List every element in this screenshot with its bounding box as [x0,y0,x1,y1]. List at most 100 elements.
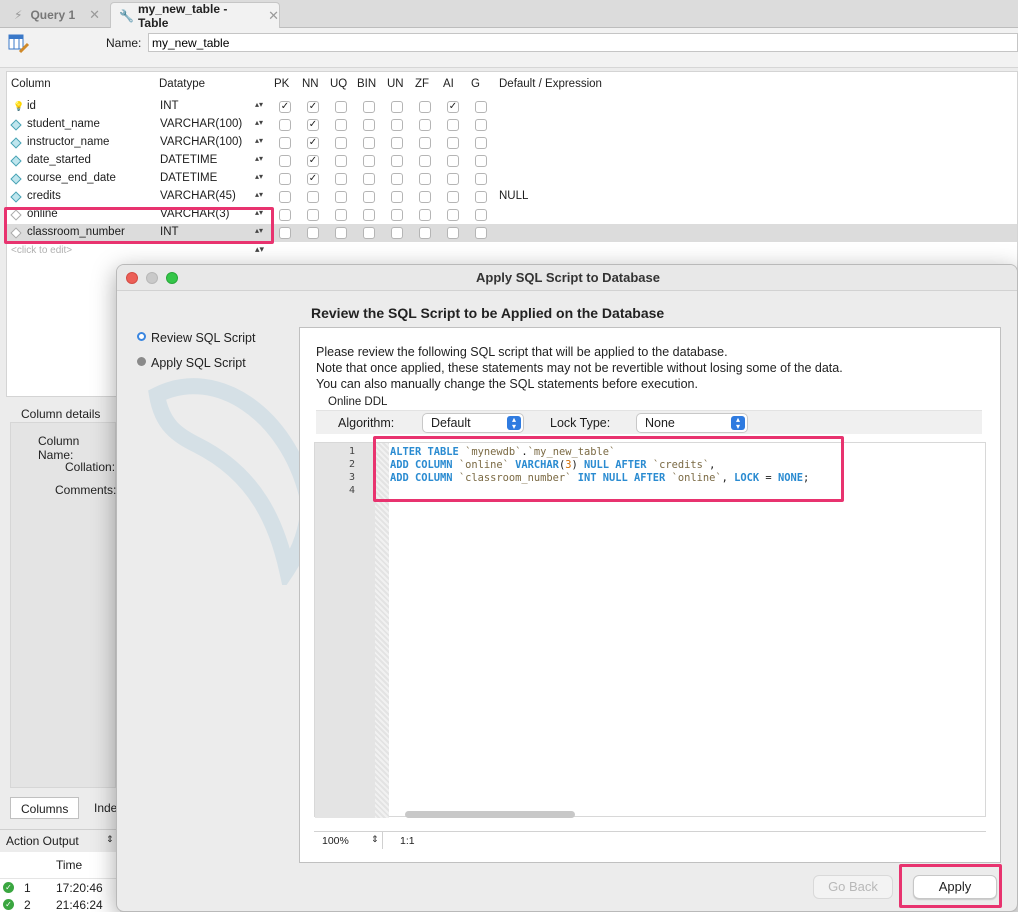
table-row[interactable]: classroom_number INT ▴▾ [7,224,1017,242]
datatype-cell[interactable]: DATETIME [160,154,217,166]
pk-checkbox[interactable] [279,155,291,167]
header-g[interactable]: G [471,78,480,90]
un-checkbox[interactable] [391,173,403,185]
datatype-cell[interactable]: VARCHAR(3) [160,208,229,220]
header-un[interactable]: UN [387,78,404,90]
column-name-cell[interactable]: classroom_number [27,226,125,238]
uq-checkbox[interactable] [335,191,347,203]
uq-checkbox[interactable] [335,155,347,167]
header-ai[interactable]: AI [443,78,454,90]
pk-checkbox[interactable]: ✓ [279,101,291,113]
table-row[interactable]: 💡 id INT ▴▾ ✓ ✓ ✓ [7,98,1017,116]
g-checkbox[interactable] [475,209,487,221]
g-checkbox[interactable] [475,155,487,167]
datatype-cell[interactable]: VARCHAR(100) [160,136,242,148]
zf-checkbox[interactable] [419,173,431,185]
g-checkbox[interactable] [475,191,487,203]
ai-checkbox[interactable] [447,209,459,221]
g-checkbox[interactable] [475,173,487,185]
header-column[interactable]: Column [11,78,51,90]
tab-my-new-table[interactable]: 🔧 my_new_table - Table ✕ [110,2,280,30]
zf-checkbox[interactable] [419,191,431,203]
zf-checkbox[interactable] [419,209,431,221]
un-checkbox[interactable] [391,227,403,239]
horizontal-scrollbar[interactable] [405,811,575,818]
uq-checkbox[interactable] [335,119,347,131]
pk-checkbox[interactable] [279,209,291,221]
table-row[interactable]: credits VARCHAR(45) ▴▾ NULL [7,188,1017,206]
un-checkbox[interactable] [391,137,403,149]
nn-checkbox[interactable]: ✓ [307,119,319,131]
ai-checkbox[interactable]: ✓ [447,101,459,113]
g-checkbox[interactable] [475,101,487,113]
uq-checkbox[interactable] [335,101,347,113]
column-name-cell[interactable]: student_name [27,118,100,130]
nn-checkbox[interactable]: ✓ [307,155,319,167]
header-uq[interactable]: UQ [330,78,347,90]
nn-checkbox[interactable] [307,227,319,239]
column-name-cell[interactable]: course_end_date [27,172,116,184]
sql-editor[interactable]: 1 2 3 4 ALTER TABLE `mynewdb`.`my_new_ta… [314,442,986,818]
apply-button[interactable]: Apply [913,875,997,899]
ai-checkbox[interactable] [447,173,459,185]
output-row[interactable]: ✓ 2 21:46:24 [0,896,120,912]
zf-checkbox[interactable] [419,227,431,239]
un-checkbox[interactable] [391,119,403,131]
chevron-updown-icon[interactable]: ▴▾ [255,172,263,181]
new-row-placeholder[interactable]: <click to edit> [11,245,72,256]
datatype-cell[interactable]: INT [160,100,179,112]
chevron-updown-icon[interactable]: ▴▾ [255,118,263,127]
zf-checkbox[interactable] [419,101,431,113]
datatype-cell[interactable]: VARCHAR(100) [160,118,242,130]
uq-checkbox[interactable] [335,173,347,185]
ai-checkbox[interactable] [447,155,459,167]
pk-checkbox[interactable] [279,119,291,131]
chevron-updown-icon[interactable]: ▴▾ [255,244,264,255]
nn-checkbox[interactable]: ✓ [307,137,319,149]
column-name-cell[interactable]: credits [27,190,61,202]
chevron-updown-icon[interactable]: ▴▾ [255,226,263,235]
uq-checkbox[interactable] [335,209,347,221]
action-output-label[interactable]: Action Output [6,834,79,848]
bin-checkbox[interactable] [363,119,375,131]
header-datatype[interactable]: Datatype [159,78,205,90]
chevron-updown-icon[interactable]: ▴▾ [255,190,263,199]
table-row[interactable]: instructor_name VARCHAR(100) ▴▾ ✓ [7,134,1017,152]
un-checkbox[interactable] [391,155,403,167]
tab-query-1[interactable]: ⚡ Query 1 ✕ [8,2,108,28]
ai-checkbox[interactable] [447,227,459,239]
bin-checkbox[interactable] [363,191,375,203]
column-name-cell[interactable]: online [27,208,58,220]
datatype-cell[interactable]: DATETIME [160,172,217,184]
table-row[interactable]: online VARCHAR(3) ▴▾ [7,206,1017,224]
sql-line-2[interactable]: ADD COLUMN `online` VARCHAR(3) NULL AFTE… [390,459,715,471]
nn-checkbox[interactable] [307,209,319,221]
un-checkbox[interactable] [391,209,403,221]
bin-checkbox[interactable] [363,173,375,185]
chevron-updown-icon[interactable]: ⇕ [371,834,379,845]
bin-checkbox[interactable] [363,227,375,239]
table-row[interactable]: student_name VARCHAR(100) ▴▾ ✓ [7,116,1017,134]
pk-checkbox[interactable] [279,137,291,149]
bin-checkbox[interactable] [363,101,375,113]
g-checkbox[interactable] [475,119,487,131]
header-bin[interactable]: BIN [357,78,376,90]
ai-checkbox[interactable] [447,137,459,149]
header-nn[interactable]: NN [302,78,319,90]
ai-checkbox[interactable] [447,191,459,203]
datatype-cell[interactable]: VARCHAR(45) [160,190,236,202]
zf-checkbox[interactable] [419,155,431,167]
bin-checkbox[interactable] [363,209,375,221]
tab-columns[interactable]: Columns [10,797,80,819]
header-default[interactable]: Default / Expression [499,78,602,90]
output-row[interactable]: ✓ 1 17:20:46 [0,878,120,896]
column-name-cell[interactable]: id [27,100,36,112]
new-column-row[interactable]: <click to edit> ▴▾ [7,242,1017,260]
header-pk[interactable]: PK [274,78,289,90]
close-icon[interactable]: ✕ [268,8,279,24]
zf-checkbox[interactable] [419,119,431,131]
un-checkbox[interactable] [391,191,403,203]
g-checkbox[interactable] [475,227,487,239]
close-icon[interactable]: ✕ [89,7,100,23]
uq-checkbox[interactable] [335,227,347,239]
